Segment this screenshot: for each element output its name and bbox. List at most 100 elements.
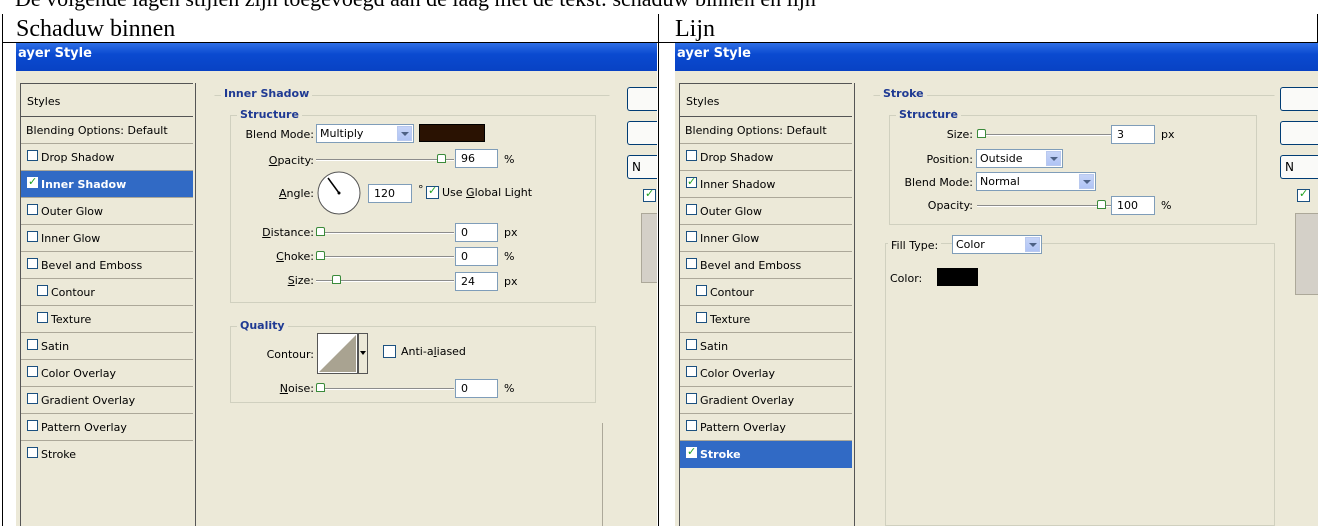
checkbox-icon[interactable] <box>27 420 38 431</box>
contour-preview-icon[interactable] <box>317 333 369 375</box>
checkbox-icon[interactable] <box>27 231 38 242</box>
style-item-inner-glow[interactable]: Inner Glow <box>680 225 852 252</box>
slider-thumb-icon[interactable] <box>1097 200 1106 209</box>
style-item-inner-glow[interactable]: Inner Glow <box>21 225 193 252</box>
style-item-drop-shadow[interactable]: Drop Shadow <box>680 144 852 171</box>
style-item-texture[interactable]: Texture <box>21 306 193 333</box>
style-item-satin[interactable]: Satin <box>21 333 193 360</box>
style-item-satin[interactable]: Satin <box>680 333 852 360</box>
chevron-down-icon[interactable] <box>1025 237 1040 252</box>
angle-dial-icon[interactable] <box>316 170 362 216</box>
blend-mode-label: Blend Mode: <box>245 128 315 141</box>
checkbox-icon[interactable] <box>686 231 697 242</box>
new-style-button[interactable]: N <box>1280 155 1318 179</box>
size-slider[interactable] <box>977 134 1113 136</box>
checkbox-icon[interactable] <box>37 312 48 323</box>
style-item-drop-shadow[interactable]: Drop Shadow <box>21 144 193 171</box>
checkbox-icon[interactable] <box>686 420 697 431</box>
checkbox-icon[interactable] <box>27 447 38 458</box>
checkbox-icon[interactable] <box>696 312 707 323</box>
cancel-button[interactable] <box>1280 121 1318 145</box>
distance-slider[interactable] <box>316 232 454 234</box>
chevron-down-icon[interactable] <box>397 126 412 141</box>
dialog-title: ayer Style <box>18 46 92 61</box>
choke-slider[interactable] <box>316 256 454 258</box>
preview-checkbox[interactable] <box>643 187 656 202</box>
ok-button[interactable] <box>627 87 657 111</box>
checkbox-icon[interactable] <box>27 366 38 377</box>
checkbox-icon[interactable] <box>686 339 697 350</box>
slider-thumb-icon[interactable] <box>332 275 341 284</box>
checkbox-icon[interactable] <box>686 175 697 188</box>
checkbox-icon[interactable] <box>686 366 697 377</box>
slider-thumb-icon[interactable] <box>316 227 325 236</box>
blending-options-item[interactable]: Blending Options: Default <box>680 117 852 144</box>
angle-label: Angle: <box>278 187 314 200</box>
fill-type-select[interactable]: Color <box>952 235 1042 254</box>
checkbox-icon[interactable] <box>686 204 697 215</box>
style-item-color-overlay[interactable]: Color Overlay <box>680 360 852 387</box>
px-label: px <box>504 275 518 288</box>
style-item-contour[interactable]: Contour <box>680 279 852 306</box>
styles-header[interactable]: Styles <box>680 83 852 117</box>
top-text-line: De volgende lagen stijlen zijn toegevoeg… <box>0 0 1319 14</box>
style-item-pattern-overlay[interactable]: Pattern Overlay <box>21 414 193 441</box>
checkbox-icon[interactable] <box>27 204 38 215</box>
slider-thumb-icon[interactable] <box>316 251 325 260</box>
styles-header[interactable]: Styles <box>21 83 193 117</box>
angle-input[interactable]: 120 <box>368 184 412 203</box>
new-style-button[interactable]: N <box>627 155 657 179</box>
size-input[interactable]: 3 <box>1111 125 1155 144</box>
preview-checkbox[interactable] <box>1297 187 1310 202</box>
noise-slider[interactable] <box>316 388 454 390</box>
style-item-inner-shadow[interactable]: Inner Shadow <box>680 171 852 198</box>
style-item-outer-glow[interactable]: Outer Glow <box>680 198 852 225</box>
checkbox-icon[interactable] <box>27 339 38 350</box>
stroke-color-swatch[interactable] <box>937 268 978 286</box>
style-item-gradient-overlay[interactable]: Gradient Overlay <box>680 387 852 414</box>
checkbox-icon[interactable] <box>686 258 697 269</box>
ok-button[interactable] <box>1280 87 1318 111</box>
opacity-slider[interactable] <box>316 159 454 161</box>
global-light-checkbox[interactable] <box>426 184 439 199</box>
style-item-contour[interactable]: Contour <box>21 279 193 306</box>
anti-aliased-checkbox[interactable] <box>383 345 396 358</box>
choke-input[interactable]: 0 <box>455 247 498 266</box>
chevron-down-icon[interactable] <box>1046 151 1061 166</box>
opacity-input[interactable]: 96 <box>455 149 498 168</box>
checkbox-icon[interactable] <box>686 393 697 404</box>
slider-thumb-icon[interactable] <box>437 154 446 163</box>
checkbox-icon[interactable] <box>27 258 38 269</box>
style-item-stroke[interactable]: Stroke <box>21 441 193 468</box>
distance-input[interactable]: 0 <box>455 223 498 242</box>
size-input[interactable]: 24 <box>455 272 498 291</box>
checkbox-icon[interactable] <box>27 150 38 161</box>
style-item-bevel-emboss[interactable]: Bevel and Emboss <box>21 252 193 279</box>
checkbox-icon[interactable] <box>686 150 697 161</box>
checkbox-icon[interactable] <box>27 175 38 188</box>
blend-mode-select[interactable]: Multiply <box>316 124 414 143</box>
chevron-down-icon[interactable] <box>1079 174 1094 189</box>
noise-input[interactable]: 0 <box>455 379 498 398</box>
blend-mode-select[interactable]: Normal <box>976 172 1096 191</box>
style-item-color-overlay[interactable]: Color Overlay <box>21 360 193 387</box>
cancel-button[interactable] <box>627 121 657 145</box>
slider-thumb-icon[interactable] <box>977 129 986 138</box>
checkbox-icon[interactable] <box>27 393 38 404</box>
style-item-outer-glow[interactable]: Outer Glow <box>21 198 193 225</box>
slider-thumb-icon[interactable] <box>316 383 325 392</box>
checkbox-icon[interactable] <box>696 285 707 296</box>
blend-color-swatch[interactable] <box>419 124 485 142</box>
checkbox-icon[interactable] <box>686 445 697 458</box>
style-item-gradient-overlay[interactable]: Gradient Overlay <box>21 387 193 414</box>
opacity-slider[interactable] <box>977 205 1113 207</box>
opacity-input[interactable]: 100 <box>1111 196 1155 215</box>
blending-options-item[interactable]: Blending Options: Default <box>21 117 193 144</box>
style-item-stroke[interactable]: Stroke <box>680 441 852 468</box>
style-item-inner-shadow[interactable]: Inner Shadow <box>21 171 193 198</box>
style-item-bevel-emboss[interactable]: Bevel and Emboss <box>680 252 852 279</box>
style-item-texture[interactable]: Texture <box>680 306 852 333</box>
checkbox-icon[interactable] <box>37 285 48 296</box>
style-item-pattern-overlay[interactable]: Pattern Overlay <box>680 414 852 441</box>
position-select[interactable]: Outside <box>976 149 1063 168</box>
